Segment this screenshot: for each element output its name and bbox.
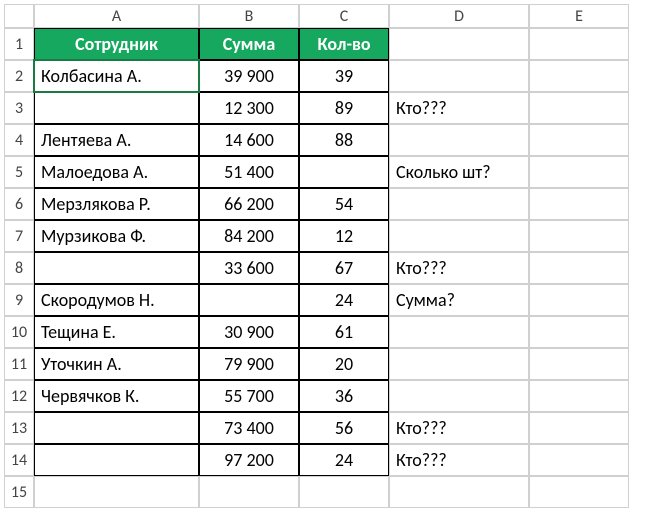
row-header[interactable]: 3: [4, 92, 34, 124]
cell-qty[interactable]: 54: [299, 188, 389, 220]
cell-employee[interactable]: [34, 412, 199, 444]
cell-note[interactable]: [389, 124, 529, 156]
cell-sum[interactable]: 39 900: [199, 60, 299, 92]
cell-note[interactable]: [389, 380, 529, 412]
cell-qty[interactable]: 20: [299, 348, 389, 380]
cell-employee[interactable]: [34, 252, 199, 284]
row-header[interactable]: 10: [4, 316, 34, 348]
cell-employee[interactable]: [34, 444, 199, 476]
cell[interactable]: [529, 124, 629, 156]
cell-note[interactable]: Кто???: [389, 92, 529, 124]
select-all-corner[interactable]: [4, 4, 34, 28]
cell[interactable]: [529, 348, 629, 380]
cell-sum[interactable]: 30 900: [199, 316, 299, 348]
header-employee[interactable]: Сотрудник: [34, 28, 199, 60]
col-header-d[interactable]: D: [389, 4, 529, 28]
cell-sum[interactable]: 66 200: [199, 188, 299, 220]
row-header[interactable]: 12: [4, 380, 34, 412]
cell-note[interactable]: [389, 60, 529, 92]
row-header[interactable]: 8: [4, 252, 34, 284]
header-qty[interactable]: Кол-во: [299, 28, 389, 60]
cell[interactable]: [529, 444, 629, 476]
cell[interactable]: [299, 476, 389, 508]
cell[interactable]: [34, 476, 199, 508]
row-header[interactable]: 11: [4, 348, 34, 380]
row-header[interactable]: 14: [4, 444, 34, 476]
cell-note[interactable]: Кто???: [389, 252, 529, 284]
cell-qty[interactable]: 88: [299, 124, 389, 156]
cell-sum[interactable]: 33 600: [199, 252, 299, 284]
cell-qty[interactable]: 36: [299, 380, 389, 412]
row-header[interactable]: 13: [4, 412, 34, 444]
cell-employee[interactable]: Уточкин А.: [34, 348, 199, 380]
cell-sum[interactable]: 55 700: [199, 380, 299, 412]
cell-employee[interactable]: Малоедова А.: [34, 156, 199, 188]
col-header-a[interactable]: A: [34, 4, 199, 28]
cell-qty[interactable]: 12: [299, 220, 389, 252]
cell[interactable]: [529, 60, 629, 92]
cell-sum[interactable]: 12 300: [199, 92, 299, 124]
cell-qty[interactable]: 67: [299, 252, 389, 284]
cell-qty[interactable]: 61: [299, 316, 389, 348]
cell-note[interactable]: [389, 348, 529, 380]
cell-qty[interactable]: [299, 156, 389, 188]
cell-qty[interactable]: 24: [299, 284, 389, 316]
cell-employee[interactable]: Тещина Е.: [34, 316, 199, 348]
row-header[interactable]: 6: [4, 188, 34, 220]
cell[interactable]: [389, 476, 529, 508]
cell[interactable]: [529, 188, 629, 220]
cell-note[interactable]: Сумма?: [389, 284, 529, 316]
cell[interactable]: [199, 476, 299, 508]
cell-employee[interactable]: Колбасина А.: [34, 60, 199, 92]
cell-qty[interactable]: 56: [299, 412, 389, 444]
cell-sum[interactable]: 79 900: [199, 348, 299, 380]
cell-qty[interactable]: 39: [299, 60, 389, 92]
cell-sum[interactable]: 84 200: [199, 220, 299, 252]
cell[interactable]: [529, 316, 629, 348]
cell-employee[interactable]: Лентяева А.: [34, 124, 199, 156]
cell-note[interactable]: Кто???: [389, 412, 529, 444]
header-sum[interactable]: Сумма: [199, 28, 299, 60]
cell[interactable]: [389, 28, 529, 60]
col-header-b[interactable]: B: [199, 4, 299, 28]
cell[interactable]: [529, 284, 629, 316]
cell[interactable]: [529, 156, 629, 188]
cell[interactable]: [529, 380, 629, 412]
cell-note[interactable]: [389, 220, 529, 252]
cell-note[interactable]: [389, 188, 529, 220]
cell-qty[interactable]: 24: [299, 444, 389, 476]
cell-employee[interactable]: Мурзикова Ф.: [34, 220, 199, 252]
row-header[interactable]: 1: [4, 28, 34, 60]
cell-sum[interactable]: 73 400: [199, 412, 299, 444]
row-header[interactable]: 4: [4, 124, 34, 156]
row-header[interactable]: 15: [4, 476, 34, 508]
cell[interactable]: [529, 252, 629, 284]
cell-employee[interactable]: Мерзлякова Р.: [34, 188, 199, 220]
cell-employee[interactable]: Червячков К.: [34, 380, 199, 412]
cell[interactable]: [529, 476, 629, 508]
cell-sum[interactable]: 51 400: [199, 156, 299, 188]
cell-sum[interactable]: 97 200: [199, 444, 299, 476]
cell-note[interactable]: Сколько шт?: [389, 156, 529, 188]
spreadsheet[interactable]: A B C D E 1 Сотрудник Сумма Кол-во 2 Кол…: [4, 4, 642, 508]
cell-sum[interactable]: 14 600: [199, 124, 299, 156]
row-header[interactable]: 2: [4, 60, 34, 92]
cell[interactable]: [529, 412, 629, 444]
row-header[interactable]: 5: [4, 156, 34, 188]
cell[interactable]: [529, 28, 629, 60]
cell[interactable]: [529, 220, 629, 252]
cell-employee[interactable]: Скородумов Н.: [34, 284, 199, 316]
cell[interactable]: [529, 92, 629, 124]
row-header[interactable]: 9: [4, 284, 34, 316]
cell-qty[interactable]: 89: [299, 92, 389, 124]
cell-employee[interactable]: [34, 92, 199, 124]
col-header-e[interactable]: E: [529, 4, 629, 28]
col-header-c[interactable]: C: [299, 4, 389, 28]
row-header[interactable]: 7: [4, 220, 34, 252]
cell-note[interactable]: Кто???: [389, 444, 529, 476]
cell-note[interactable]: [389, 316, 529, 348]
cell-sum[interactable]: [199, 284, 299, 316]
